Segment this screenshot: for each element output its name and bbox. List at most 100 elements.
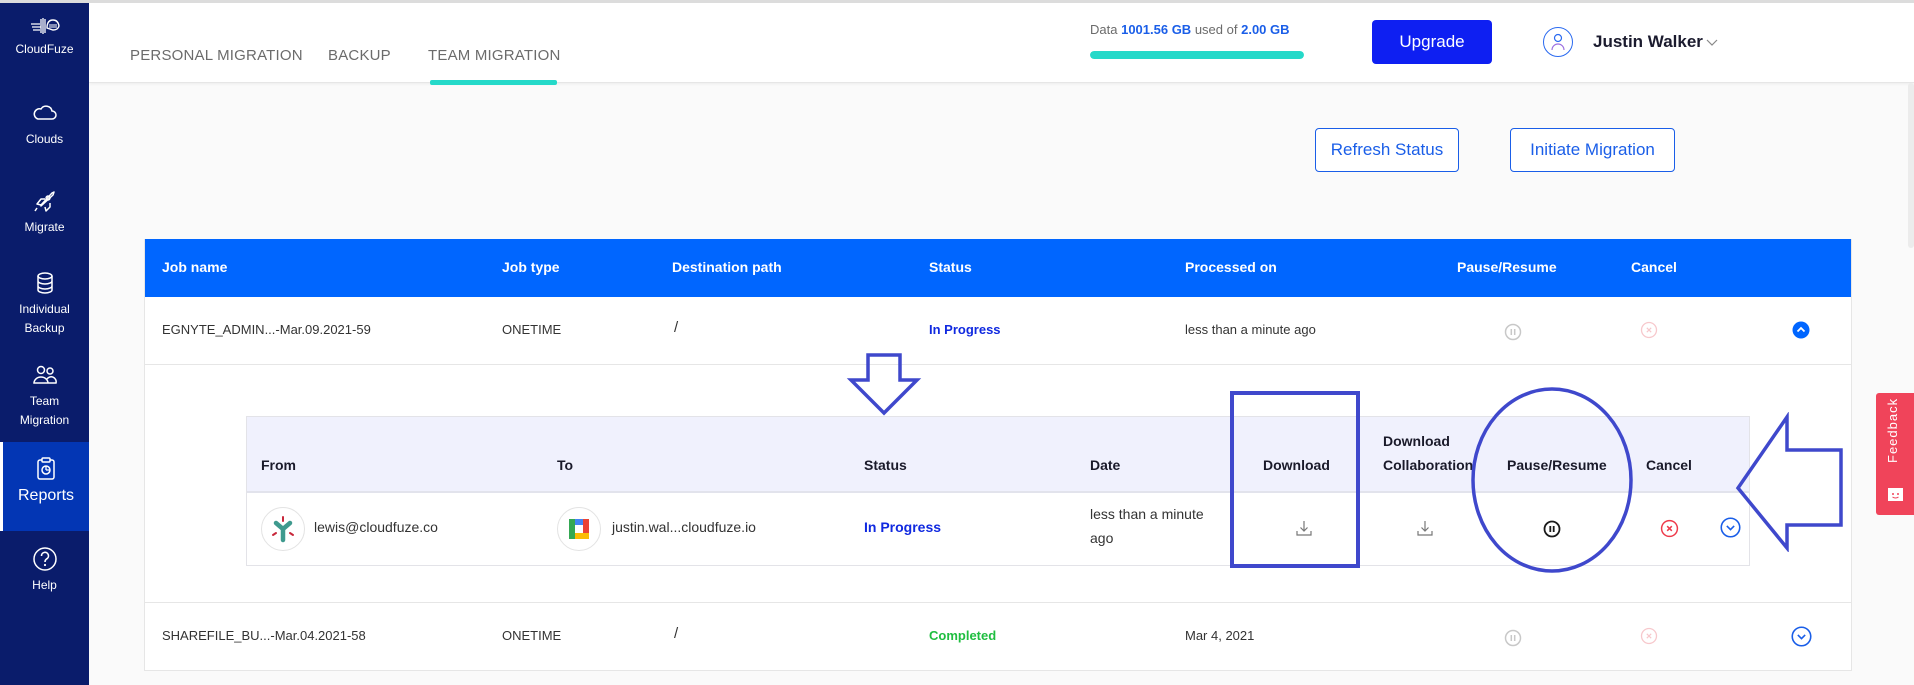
user-name: Justin Walker	[1593, 32, 1703, 51]
cancel-button[interactable]	[1660, 519, 1679, 538]
feedback-label: Feedback	[1885, 397, 1900, 463]
chevron-down-icon	[1706, 39, 1718, 46]
google-workspace-logo-icon	[569, 519, 589, 539]
cancel-button[interactable]	[1640, 627, 1658, 645]
brand-label: CloudFuze	[15, 42, 74, 56]
upgrade-button[interactable]: Upgrade	[1372, 20, 1492, 64]
pause-button[interactable]	[1504, 323, 1522, 341]
refresh-status-button[interactable]: Refresh Status	[1315, 128, 1459, 172]
status-badge: In Progress	[864, 519, 942, 535]
to-cloud-logo	[557, 507, 601, 551]
pause-button[interactable]	[1504, 629, 1522, 647]
help-icon	[32, 547, 57, 571]
date-line2: ago	[1090, 530, 1114, 546]
col-destination-path: Destination path	[672, 259, 782, 275]
sidebar-item-clouds[interactable]: Clouds	[0, 100, 89, 149]
job-type: ONETIME	[502, 322, 562, 337]
cancel-icon	[1640, 321, 1658, 339]
sidebar-item-team-migration[interactable]: Team Migration	[0, 362, 89, 430]
expand-row-button[interactable]	[1791, 626, 1812, 647]
sidebar-item-label: Help	[32, 578, 57, 592]
col-status: Status	[864, 457, 907, 473]
sidebar: CloudFuze Clouds Migrate Individual Back…	[0, 0, 89, 685]
col-from: From	[261, 457, 296, 473]
sidebar-item-label: Team Migration	[19, 394, 70, 427]
usage-middle: used of	[1194, 22, 1238, 37]
sidebar-item-help[interactable]: Help	[0, 546, 89, 595]
report-icon	[37, 457, 55, 480]
user-pair-row: lewis@cloudfuze.co justin.wal...cloudfuz…	[247, 493, 1749, 567]
col-status: Status	[929, 259, 972, 275]
download-icon	[1417, 521, 1433, 536]
download-icon	[1296, 521, 1312, 536]
collapse-row-button[interactable]	[1792, 321, 1810, 339]
rocket-icon	[33, 191, 55, 212]
chevron-down-circle-icon	[1720, 517, 1741, 538]
col-download: Download	[1263, 457, 1330, 473]
destination-path: /	[674, 625, 679, 642]
col-download-collaboration-line2: Collaboration	[1383, 457, 1474, 473]
col-processed-on: Processed on	[1185, 259, 1277, 275]
col-cancel: Cancel	[1646, 457, 1692, 473]
job-name[interactable]: EGNYTE_ADMIN...-Mar.09.2021-59	[162, 322, 371, 337]
col-download-collaboration-line1: Download	[1383, 433, 1450, 449]
sidebar-item-reports[interactable]: Reports	[0, 442, 89, 531]
job-detail-panel: From To Status Date Download Download Co…	[145, 365, 1851, 603]
sidebar-item-label: Reports	[17, 487, 75, 504]
sidebar-brand[interactable]: CloudFuze	[0, 14, 89, 59]
feedback-button[interactable]: Feedback	[1876, 393, 1914, 515]
sidebar-item-individual-backup[interactable]: Individual Backup	[0, 270, 89, 338]
tab-personal-migration[interactable]: PERSONAL MIGRATION	[130, 47, 303, 64]
user-pairs-table: From To Status Date Download Download Co…	[246, 416, 1750, 566]
egnyte-logo-icon	[272, 516, 294, 543]
avatar	[1543, 27, 1573, 57]
job-type: ONETIME	[502, 628, 562, 643]
cancel-icon	[1640, 627, 1658, 645]
chevron-up-icon	[1792, 321, 1810, 339]
job-name[interactable]: SHAREFILE_BU...-Mar.04.2021-58	[162, 628, 366, 643]
expand-pair-button[interactable]	[1720, 517, 1741, 538]
status-badge: Completed	[929, 628, 997, 643]
chat-smile-icon	[1888, 488, 1903, 501]
col-cancel: Cancel	[1631, 259, 1677, 275]
sidebar-item-label: Clouds	[25, 132, 64, 146]
cancel-button[interactable]	[1640, 321, 1658, 339]
active-tab-indicator	[430, 80, 557, 85]
jobs-table: Job name Job type Destination path Statu…	[144, 239, 1852, 671]
download-collaboration-button[interactable]	[1416, 519, 1434, 537]
col-pause-resume: Pause/Resume	[1457, 259, 1557, 275]
usage-total: 2.00 GB	[1241, 22, 1290, 37]
col-date: Date	[1090, 457, 1121, 473]
sidebar-item-label: Migrate	[24, 220, 65, 234]
chevron-down-circle-icon	[1791, 626, 1812, 647]
table-row: SHAREFILE_BU...-Mar.04.2021-58 ONETIME /…	[145, 603, 1851, 671]
sidebar-item-migrate[interactable]: Migrate	[0, 188, 89, 237]
destination-path: /	[674, 319, 679, 336]
initiate-migration-button[interactable]: Initiate Migration	[1510, 128, 1675, 172]
pause-button[interactable]	[1543, 520, 1561, 538]
window-top-border	[0, 0, 1914, 3]
scrollbar[interactable]	[1908, 83, 1914, 248]
processed-on: less than a minute ago	[1185, 322, 1316, 337]
date-line1: less than a minute	[1090, 506, 1204, 522]
from-cloud-logo	[261, 507, 305, 551]
col-job-type: Job type	[502, 259, 560, 275]
cancel-icon	[1660, 519, 1679, 538]
pause-icon	[1504, 323, 1522, 341]
to-user: justin.wal...cloudfuze.io	[612, 519, 756, 535]
app-root: CloudFuze Clouds Migrate Individual Back…	[0, 0, 1914, 685]
usage-used: 1001.56 GB	[1121, 22, 1192, 37]
col-to: To	[557, 457, 574, 473]
pause-icon	[1504, 629, 1522, 647]
status-badge: In Progress	[929, 322, 1001, 337]
tab-backup[interactable]: BACKUP	[328, 47, 391, 64]
pause-icon	[1543, 520, 1561, 538]
user-menu[interactable]: Justin Walker	[1543, 27, 1718, 57]
col-job-name: Job name	[162, 259, 228, 275]
usage-prefix: Data	[1090, 22, 1118, 37]
table-row: EGNYTE_ADMIN...-Mar.09.2021-59 ONETIME /…	[145, 297, 1851, 365]
storage-usage-fill	[1090, 51, 1304, 59]
jobs-table-header: Job name Job type Destination path Statu…	[145, 239, 1851, 297]
download-button[interactable]	[1295, 519, 1313, 537]
tab-team-migration[interactable]: TEAM MIGRATION	[428, 47, 561, 64]
